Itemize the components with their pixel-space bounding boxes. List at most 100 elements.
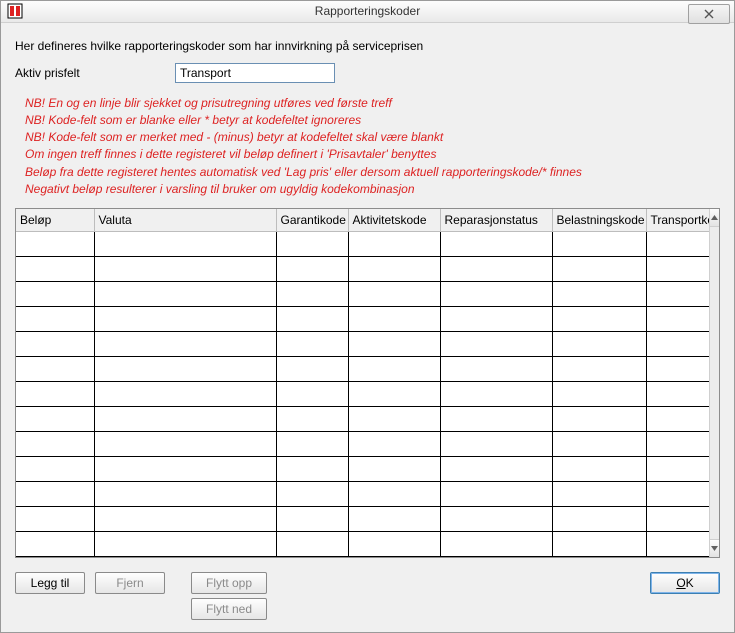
- table-cell[interactable]: [94, 482, 276, 507]
- table-cell[interactable]: [16, 382, 94, 407]
- table-cell[interactable]: [440, 332, 552, 357]
- table-cell[interactable]: [646, 532, 709, 557]
- table-cell[interactable]: [276, 232, 348, 257]
- table-row[interactable]: [16, 282, 709, 307]
- column-header[interactable]: Garantikode: [276, 209, 348, 232]
- table-row[interactable]: [16, 357, 709, 382]
- table-cell[interactable]: [552, 357, 646, 382]
- table-cell[interactable]: [276, 457, 348, 482]
- table-cell[interactable]: [348, 232, 440, 257]
- table-cell[interactable]: [348, 307, 440, 332]
- table-cell[interactable]: [94, 307, 276, 332]
- table-cell[interactable]: [348, 532, 440, 557]
- table-cell[interactable]: [552, 457, 646, 482]
- table-cell[interactable]: [16, 332, 94, 357]
- table-cell[interactable]: [440, 382, 552, 407]
- remove-button[interactable]: Fjern: [95, 572, 165, 594]
- table-cell[interactable]: [16, 457, 94, 482]
- table-row[interactable]: [16, 382, 709, 407]
- table-cell[interactable]: [16, 482, 94, 507]
- column-header[interactable]: Valuta: [94, 209, 276, 232]
- table-cell[interactable]: [646, 307, 709, 332]
- table-cell[interactable]: [348, 407, 440, 432]
- table-cell[interactable]: [276, 357, 348, 382]
- table-cell[interactable]: [94, 507, 276, 532]
- table-cell[interactable]: [646, 507, 709, 532]
- table-row[interactable]: [16, 532, 709, 557]
- table-cell[interactable]: [94, 382, 276, 407]
- table-cell[interactable]: [646, 482, 709, 507]
- table-cell[interactable]: [440, 232, 552, 257]
- table-cell[interactable]: [646, 382, 709, 407]
- table-cell[interactable]: [16, 307, 94, 332]
- table-cell[interactable]: [276, 507, 348, 532]
- table-cell[interactable]: [16, 282, 94, 307]
- column-header[interactable]: Beløp: [16, 209, 94, 232]
- move-up-button[interactable]: Flytt opp: [191, 572, 267, 594]
- table-cell[interactable]: [348, 382, 440, 407]
- table-cell[interactable]: [276, 382, 348, 407]
- table-row[interactable]: [16, 457, 709, 482]
- table-cell[interactable]: [348, 482, 440, 507]
- scroll-up-arrow-icon[interactable]: [710, 209, 719, 227]
- table-cell[interactable]: [16, 257, 94, 282]
- scroll-track[interactable]: [710, 227, 719, 539]
- table-cell[interactable]: [276, 532, 348, 557]
- table-cell[interactable]: [552, 282, 646, 307]
- table-cell[interactable]: [440, 357, 552, 382]
- table-row[interactable]: [16, 307, 709, 332]
- table-cell[interactable]: [16, 407, 94, 432]
- table-cell[interactable]: [348, 282, 440, 307]
- table-cell[interactable]: [552, 482, 646, 507]
- table-row[interactable]: [16, 257, 709, 282]
- column-header[interactable]: Transportkode: [646, 209, 709, 232]
- table-cell[interactable]: [552, 332, 646, 357]
- table-row[interactable]: [16, 332, 709, 357]
- table-cell[interactable]: [16, 532, 94, 557]
- table-cell[interactable]: [440, 407, 552, 432]
- table-cell[interactable]: [552, 382, 646, 407]
- ok-button[interactable]: OK: [650, 572, 720, 594]
- table-cell[interactable]: [94, 432, 276, 457]
- table-cell[interactable]: [552, 232, 646, 257]
- table-cell[interactable]: [552, 432, 646, 457]
- table-cell[interactable]: [94, 257, 276, 282]
- table-cell[interactable]: [16, 507, 94, 532]
- column-header[interactable]: Belastningskode: [552, 209, 646, 232]
- table-cell[interactable]: [646, 332, 709, 357]
- vertical-scrollbar[interactable]: [709, 209, 719, 557]
- table-cell[interactable]: [646, 282, 709, 307]
- table-cell[interactable]: [94, 532, 276, 557]
- table-cell[interactable]: [552, 532, 646, 557]
- codes-table[interactable]: BeløpValutaGarantikodeAktivitetskodeRepa…: [16, 209, 709, 557]
- table-cell[interactable]: [348, 507, 440, 532]
- table-cell[interactable]: [552, 257, 646, 282]
- column-header[interactable]: Aktivitetskode: [348, 209, 440, 232]
- table-cell[interactable]: [440, 307, 552, 332]
- table-row[interactable]: [16, 432, 709, 457]
- close-button[interactable]: [688, 4, 730, 24]
- table-row[interactable]: [16, 482, 709, 507]
- table-cell[interactable]: [646, 357, 709, 382]
- table-cell[interactable]: [552, 507, 646, 532]
- active-price-field-input[interactable]: [175, 63, 335, 83]
- move-down-button[interactable]: Flytt ned: [191, 598, 267, 620]
- scroll-down-arrow-icon[interactable]: [710, 539, 719, 557]
- table-cell[interactable]: [16, 432, 94, 457]
- table-cell[interactable]: [276, 482, 348, 507]
- table-row[interactable]: [16, 407, 709, 432]
- table-cell[interactable]: [348, 257, 440, 282]
- add-button[interactable]: Legg til: [15, 572, 85, 594]
- table-cell[interactable]: [646, 257, 709, 282]
- table-cell[interactable]: [276, 332, 348, 357]
- table-cell[interactable]: [276, 257, 348, 282]
- table-row[interactable]: [16, 507, 709, 532]
- table-cell[interactable]: [440, 457, 552, 482]
- table-cell[interactable]: [16, 232, 94, 257]
- column-header[interactable]: Reparasjonstatus: [440, 209, 552, 232]
- table-cell[interactable]: [552, 307, 646, 332]
- table-cell[interactable]: [276, 407, 348, 432]
- table-cell[interactable]: [440, 432, 552, 457]
- table-cell[interactable]: [94, 457, 276, 482]
- table-cell[interactable]: [348, 357, 440, 382]
